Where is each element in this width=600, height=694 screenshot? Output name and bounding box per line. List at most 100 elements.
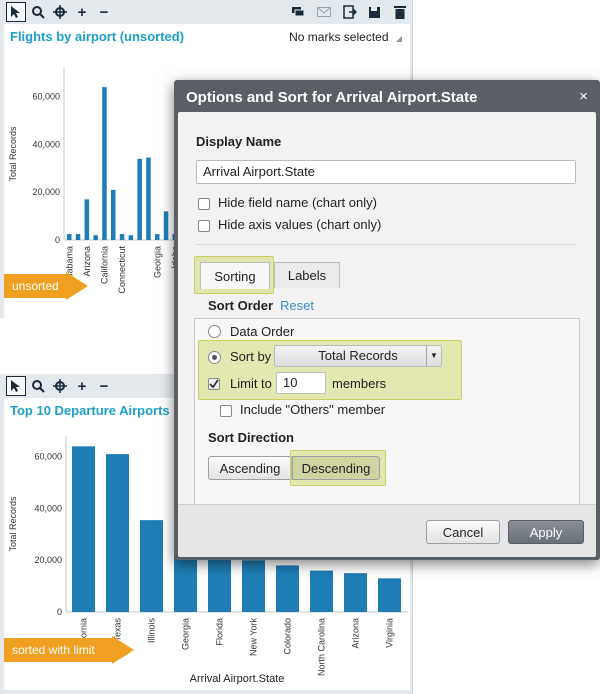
sorted-with-limit-arrow: sorted with limit	[4, 636, 134, 664]
bar[interactable]	[242, 560, 265, 612]
x-tick-label: Florida	[215, 618, 225, 646]
trash-icon[interactable]	[390, 2, 410, 22]
options-sort-dialog: Options and Sort for Arrival Airport.Sta…	[174, 80, 600, 560]
bar[interactable]	[75, 234, 81, 240]
hide-field-name-checkbox[interactable]	[198, 198, 210, 210]
minus-icon[interactable]: −	[94, 376, 114, 396]
limit-to-checkbox[interactable]	[208, 378, 220, 390]
cancel-button[interactable]: Cancel	[426, 520, 500, 544]
include-others-label: Include "Others" member	[240, 402, 386, 417]
x-tick-label: Connecticut	[117, 246, 127, 294]
y-tick-label: 40,000	[34, 503, 62, 513]
plus-icon[interactable]: +	[72, 376, 92, 396]
y-tick-label: 60,000	[34, 452, 62, 462]
bar[interactable]	[137, 158, 142, 240]
x-tick-label: Georgia	[181, 618, 191, 650]
display-name-label: Display Name	[196, 134, 282, 149]
bar[interactable]	[155, 234, 160, 240]
unsorted-arrow: unsorted	[4, 272, 88, 300]
include-others-checkbox[interactable]	[220, 405, 232, 417]
limit-value-input[interactable]: 10	[276, 372, 326, 394]
sort-by-label: Sort by	[230, 349, 272, 364]
bar[interactable]	[106, 454, 129, 612]
export-icon[interactable]	[340, 2, 360, 22]
save-icon[interactable]	[364, 2, 384, 22]
data-order-radio[interactable]	[208, 325, 221, 338]
x-tick-label: Arizona	[351, 618, 361, 649]
mail-icon[interactable]	[314, 2, 334, 22]
bottom-chart-title: Top 10 Departure Airports	[10, 403, 170, 418]
y-axis-label: Total Records	[8, 496, 18, 552]
close-icon[interactable]: ×	[579, 88, 588, 105]
bar[interactable]	[102, 87, 107, 240]
limit-to-label: Limit to	[230, 376, 272, 391]
sorted-with-limit-label: sorted with limit	[12, 643, 95, 657]
y-tick-label: 20,000	[32, 187, 60, 197]
reset-link[interactable]: Reset	[280, 298, 314, 313]
y-tick-label: 20,000	[34, 555, 62, 565]
tab-labels[interactable]: Labels	[274, 262, 340, 288]
bar[interactable]	[67, 234, 72, 240]
bar[interactable]	[276, 565, 299, 612]
bar[interactable]	[111, 189, 116, 240]
bar[interactable]	[119, 234, 125, 240]
select-tool-icon[interactable]	[6, 376, 26, 396]
data-order-label: Data Order	[230, 324, 295, 339]
select-tool-icon[interactable]	[6, 2, 26, 22]
y-tick-label: 0	[57, 607, 62, 617]
plus-icon[interactable]: +	[72, 2, 92, 22]
sort-order-label: Sort Order	[208, 298, 274, 313]
divider	[196, 244, 576, 245]
y-tick-label: 0	[55, 235, 60, 245]
hide-field-name-label: Hide field name (chart only)	[218, 195, 377, 210]
apply-button[interactable]: Apply	[508, 520, 584, 544]
x-tick-label: Georgia	[152, 246, 162, 278]
zoom-icon[interactable]	[28, 376, 48, 396]
minus-icon[interactable]: −	[94, 2, 114, 22]
descending-button[interactable]: Descending	[292, 456, 380, 480]
chevron-down-icon: ▼	[426, 346, 441, 366]
sort-by-radio[interactable]	[208, 351, 221, 364]
bar[interactable]	[140, 520, 163, 612]
pan-target-icon[interactable]	[50, 2, 70, 22]
display-name-input[interactable]: Arrival Airport.State	[196, 160, 576, 184]
tab-sorting[interactable]: Sorting	[200, 262, 270, 289]
y-tick-label: 60,000	[32, 92, 60, 102]
x-tick-label: Colorado	[283, 618, 293, 655]
radio-dot	[212, 355, 217, 360]
x-tick-label: Virginia	[385, 618, 395, 648]
members-label: members	[332, 376, 387, 391]
bar[interactable]	[93, 235, 98, 240]
unsorted-label: unsorted	[12, 279, 59, 293]
bar[interactable]	[344, 573, 367, 612]
y-tick-label: 40,000	[32, 139, 60, 149]
hide-axis-values-checkbox[interactable]	[198, 220, 210, 232]
x-tick-label: California	[99, 246, 109, 284]
bar[interactable]	[146, 157, 151, 240]
bar[interactable]	[208, 555, 231, 612]
bar[interactable]	[310, 570, 333, 612]
comment-icon[interactable]	[288, 2, 308, 22]
bar[interactable]	[378, 578, 401, 612]
x-tick-label: North Carolina	[317, 618, 327, 676]
bar[interactable]	[163, 211, 169, 240]
x-tick-label: Illinois	[147, 618, 157, 644]
sort-by-dropdown[interactable]: Total Records ▼	[274, 345, 442, 367]
bar[interactable]	[84, 199, 90, 240]
sort-direction-label: Sort Direction	[208, 430, 294, 445]
zoom-icon[interactable]	[28, 2, 48, 22]
hide-axis-values-label: Hide axis values (chart only)	[218, 217, 382, 232]
bar[interactable]	[72, 446, 95, 612]
pan-target-icon[interactable]	[50, 376, 70, 396]
x-axis-label: Arrival Airport.State	[190, 673, 285, 685]
marks-selected-status: No marks selected ◢	[289, 30, 402, 44]
ascending-button[interactable]: Ascending	[208, 456, 292, 480]
y-axis-label: Total Records	[8, 126, 18, 182]
bar[interactable]	[128, 235, 134, 240]
dialog-body: Display Name Arrival Airport.State Hide …	[178, 112, 596, 557]
resize-grip-icon: ◢	[395, 34, 402, 43]
top-toolbar: + −	[0, 0, 412, 24]
x-tick-label: New York	[249, 618, 259, 657]
dialog-title: Options and Sort for Arrival Airport.Sta…	[186, 89, 478, 106]
checkmark-icon	[209, 379, 219, 389]
